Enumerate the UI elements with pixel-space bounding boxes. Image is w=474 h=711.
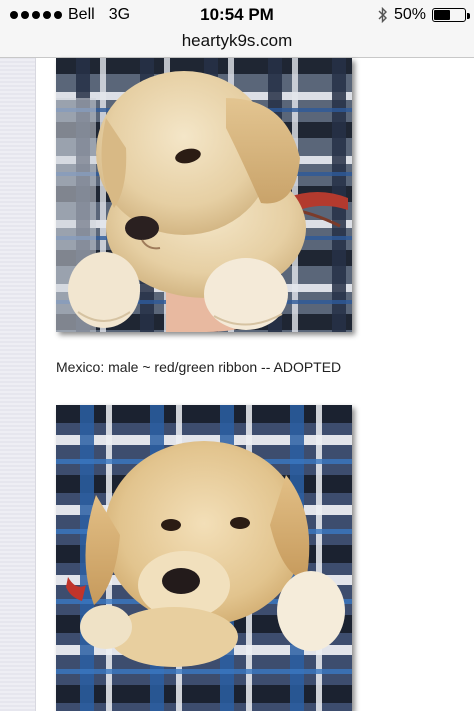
battery-percent: 50% — [393, 6, 426, 23]
web-page[interactable]: Mexico: male ~ red/green ribbon -- ADOPT… — [0, 58, 474, 711]
puppy-photo-mexico[interactable] — [56, 58, 352, 332]
puppy-caption-mexico: Mexico: male ~ red/green ribbon -- ADOPT… — [56, 359, 342, 375]
battery-fill — [434, 10, 450, 20]
page-sidebar-background — [0, 58, 35, 711]
bluetooth-icon — [378, 7, 388, 23]
sidebar-divider — [35, 58, 36, 711]
status-right: 50% — [378, 6, 470, 24]
address-bar[interactable]: heartyk9s.com — [0, 30, 474, 58]
url-text[interactable]: heartyk9s.com — [0, 31, 474, 51]
battery-icon — [432, 8, 470, 22]
status-bar: Bell 3G 10:54 PM 50% — [0, 0, 474, 30]
puppy-photo-2[interactable] — [56, 405, 352, 711]
